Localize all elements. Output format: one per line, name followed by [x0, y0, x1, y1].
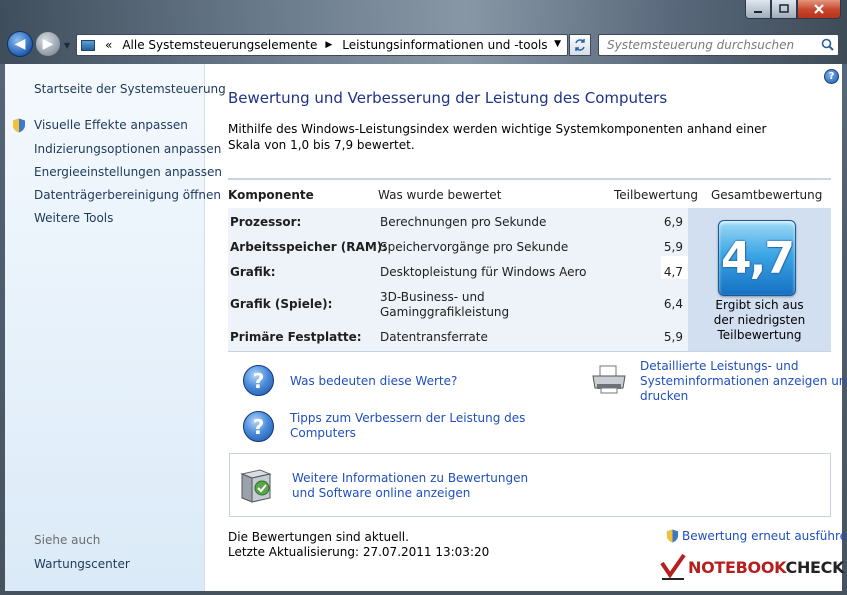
details-link-line1: Detaillierte Leistungs- und: [640, 359, 799, 373]
online-link-line2: und Software online anzeigen: [292, 486, 471, 500]
checkmark-logo-icon: [660, 553, 686, 580]
minimize-icon: [754, 11, 762, 13]
address-dropdown-icon[interactable]: ▼: [554, 39, 561, 49]
breadcrumb-all-control-panel-items[interactable]: Alle Systemsteuerungselemente: [122, 38, 317, 52]
maximize-button[interactable]: [771, 0, 797, 19]
close-icon: [814, 4, 824, 14]
arrow-left-icon: ◀: [14, 36, 26, 52]
score-table: Komponente Was wurde bewertet Teilbewert…: [228, 178, 831, 352]
breadcrumb-separator-icon[interactable]: ▶: [325, 40, 332, 50]
address-bar[interactable]: « Alle Systemsteuerungselemente ▶ Leistu…: [76, 34, 568, 56]
search-input[interactable]: Systemsteuerung durchsuchen: [598, 34, 839, 56]
details-link-line3: drucken: [640, 389, 689, 403]
online-info-link[interactable]: Weitere Informationen zu Bewertungen und…: [292, 471, 528, 501]
rerun-assessment-label: Bewertung erneut ausführen: [682, 529, 847, 543]
row-disk-label: Primäre Festplatte:: [230, 330, 362, 344]
window-controls: [745, 0, 841, 19]
search-icon[interactable]: [821, 38, 834, 51]
row-graphics-rated: Desktopleistung für Windows Aero: [380, 265, 587, 279]
performance-tips-link[interactable]: Tipps zum Verbessern der Leistung des Co…: [290, 411, 525, 441]
minimize-button[interactable]: [745, 0, 771, 19]
online-link-line1: Weitere Informationen zu Bewertungen: [292, 471, 529, 485]
base-score-caption: Ergibt sich aus der niedrigsten Teilbewe…: [688, 298, 831, 343]
back-button[interactable]: ◀: [7, 31, 33, 57]
header-what-rated: Was wurde bewertet: [378, 188, 502, 202]
maximize-icon: [779, 4, 789, 13]
rerun-assessment-link[interactable]: Bewertung erneut ausführen: [666, 529, 847, 543]
header-base-score: Gesamtbewertung: [711, 188, 823, 202]
what-do-scores-mean-link[interactable]: Was bedeuten diese Werte?: [290, 374, 457, 389]
watermark-part1: NOTEBOOK: [688, 558, 786, 577]
content-area: Startseite der Systemsteuerung Visuelle …: [5, 64, 847, 591]
forward-button[interactable]: ▶: [35, 31, 61, 57]
row-disk-score: 5,9: [663, 330, 683, 344]
help-button[interactable]: ?: [824, 69, 839, 84]
row-processor-label: Prozessor:: [230, 215, 302, 229]
refresh-icon: [575, 39, 585, 51]
sidebar-item-visual-effects[interactable]: Visuelle Effekte anpassen: [34, 118, 188, 132]
recent-pages-dropdown[interactable]: ▼: [64, 41, 70, 50]
navigation-bar: ◀ ▶ ▼ « Alle Systemsteuerungselemente ▶ …: [0, 28, 847, 62]
window-frame: ◀ ▶ ▼ « Alle Systemsteuerungselemente ▶ …: [0, 0, 847, 595]
table-top-rule: [228, 178, 831, 180]
details-link-line2: Systeminformationen anzeigen und: [640, 374, 847, 388]
breadcrumb-performance-tools[interactable]: Leistungsinformationen und -tools: [342, 38, 547, 52]
row-gaming-graphics-score: 6,4: [663, 297, 683, 311]
breadcrumb-overflow[interactable]: «: [105, 38, 112, 52]
sidebar-item-home[interactable]: Startseite der Systemsteuerung: [34, 82, 226, 96]
row-gaming-graphics-rated-line2: Gaminggrafikleistung: [380, 305, 510, 319]
tips-link-line1: Tipps zum Verbessern der Leistung des: [290, 411, 526, 425]
detailed-info-link[interactable]: Detaillierte Leistungs- und Systeminform…: [640, 359, 847, 404]
printer-icon: [592, 365, 626, 394]
row-disk-rated: Datentransferrate: [380, 330, 488, 344]
tips-link-line2: Computers: [290, 426, 356, 440]
status-current: Die Bewertungen sind aktuell.: [228, 530, 409, 544]
sidebar-item-advanced-tools[interactable]: Weitere Tools: [34, 211, 113, 225]
row-gaming-graphics-rated-line1: 3D-Business- und: [380, 290, 485, 304]
caption-line-2: der niedrigsten: [713, 313, 806, 327]
task-pane: Startseite der Systemsteuerung Visuelle …: [5, 64, 226, 591]
see-also-heading: Siehe auch: [34, 533, 101, 547]
shield-icon: [666, 529, 679, 543]
software-box-icon: [240, 469, 272, 503]
table-body: Prozessor: Berechnungen pro Sekunde 6,9 …: [228, 208, 831, 352]
page-title: Bewertung und Verbesserung der Leistung …: [228, 89, 668, 107]
caption-line-3: Teilbewertung: [717, 328, 802, 342]
notebookcheck-watermark: NOTEBOOKCHECK: [660, 553, 845, 583]
row-memory-score: 5,9: [663, 240, 683, 254]
refresh-button[interactable]: [569, 34, 591, 56]
caption-line-1: Ergibt sich aus: [715, 298, 804, 312]
question-icon: ?: [243, 365, 274, 396]
control-panel-icon: [81, 39, 95, 51]
main-panel: ? Bewertung und Verbesserung der Leistun…: [205, 64, 847, 591]
row-graphics-label: Grafik:: [230, 265, 276, 279]
shield-icon: [13, 118, 25, 133]
sidebar-item-disk-cleanup[interactable]: Datenträgerbereinigung öffnen: [34, 188, 221, 202]
close-button[interactable]: [797, 0, 841, 19]
arrow-right-icon: ▶: [42, 36, 54, 52]
watermark-text: NOTEBOOKCHECK: [688, 558, 845, 577]
row-processor-score: 6,9: [663, 215, 683, 229]
search-placeholder: Systemsteuerung durchsuchen: [607, 38, 795, 52]
status-last-update: Letzte Aktualisierung: 27.07.2011 13:03:…: [228, 545, 490, 559]
sidebar-item-power-settings[interactable]: Energieeinstellungen anpassen: [34, 165, 222, 179]
row-gaming-graphics-label: Grafik (Spiele):: [230, 297, 333, 311]
sidebar-item-action-center[interactable]: Wartungscenter: [34, 557, 130, 571]
row-processor-rated: Berechnungen pro Sekunde: [380, 215, 547, 229]
row-memory-label: Arbeitsspeicher (RAM):: [230, 240, 388, 254]
online-info-box: Weitere Informationen zu Bewertungen und…: [229, 453, 831, 517]
row-memory-rated: Speichervorgänge pro Sekunde: [380, 240, 569, 254]
help-icon: ?: [828, 71, 835, 82]
status-text: Die Bewertungen sind aktuell. Letzte Akt…: [228, 530, 489, 560]
question-icon: ?: [243, 411, 274, 442]
base-score-panel: 4,7 Ergibt sich aus der niedrigsten Teil…: [688, 208, 831, 351]
base-score-badge: 4,7: [718, 220, 796, 296]
watermark-part2: CHECK: [785, 558, 845, 577]
row-graphics-score: 4,7: [663, 265, 683, 279]
sidebar-item-indexing-options[interactable]: Indizierungsoptionen anpassen: [34, 142, 221, 156]
header-component: Komponente: [228, 188, 314, 202]
header-subscore: Teilbewertung: [614, 188, 699, 202]
intro-text: Mithilfe des Windows-Leistungsindex werd…: [228, 122, 767, 152]
